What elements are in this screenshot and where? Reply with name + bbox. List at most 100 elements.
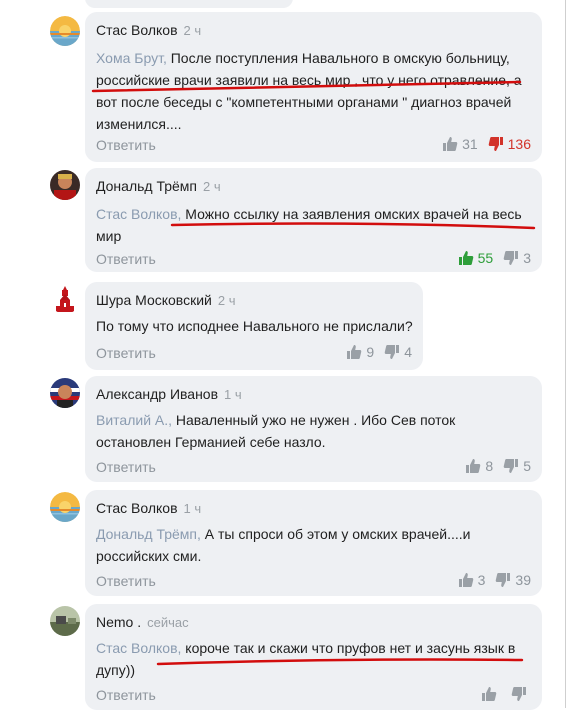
reply-button[interactable]: Ответить — [96, 687, 156, 703]
like-count: 9 — [366, 344, 375, 360]
comment-text: Хома Брут, После поступления Навального … — [96, 47, 536, 135]
comment-line: А ты спроси об этом у омских врачей....и — [200, 526, 471, 542]
comment-text: Виталий А., Наваленный ужо не нужен . Иб… — [96, 409, 536, 453]
sunset-avatar-icon[interactable] — [50, 492, 80, 522]
comment-time: 1 ч — [224, 387, 242, 402]
comment-line: мир — [96, 228, 122, 244]
thumbs-up-icon — [481, 686, 497, 702]
reply-to-mention[interactable]: Виталий А., — [96, 412, 172, 428]
vote-controls: 8 5 — [465, 458, 531, 474]
like-count: 31 — [462, 136, 478, 152]
comment-bubble: Александр Иванов 1 ч Виталий А., Наваленн… — [85, 376, 542, 482]
flag-portrait-avatar-icon[interactable] — [50, 378, 80, 408]
thumbs-up-icon — [346, 344, 362, 360]
dislike-button[interactable]: 5 — [503, 458, 531, 474]
comment-header: Стас Волков 1 ч — [96, 500, 201, 516]
reply-button[interactable]: Ответить — [96, 345, 156, 361]
reply-button[interactable]: Ответить — [96, 137, 156, 153]
author-name[interactable]: Стас Волков — [96, 500, 178, 516]
comment-text: По тому что исподнее Навального не присл… — [96, 315, 426, 337]
thumbs-up-icon — [442, 136, 458, 152]
comment-header: Александр Иванов 1 ч — [96, 386, 242, 402]
vote-controls: 55 3 — [458, 250, 531, 266]
thumbs-down-icon — [511, 686, 527, 702]
comment-line: По тому что исподнее Навального не присл… — [96, 318, 413, 334]
like-button[interactable]: 31 — [442, 136, 488, 152]
like-button[interactable]: 9 — [346, 344, 384, 360]
comment-time: сейчас — [147, 615, 189, 630]
comment-header: Стас Волков 2 ч — [96, 22, 201, 38]
comment-line: российских сми. — [96, 548, 202, 564]
comment-text: Дональд Трёмп, А ты спроси об этом у омс… — [96, 523, 536, 567]
previous-comment-bubble-stub — [85, 0, 293, 8]
like-button[interactable]: 8 — [465, 458, 503, 474]
comment-text: Стас Волков, короче так и скажи что пруф… — [96, 637, 536, 681]
right-edge-divider — [565, 0, 566, 708]
dislike-button[interactable] — [511, 686, 531, 702]
author-name[interactable]: Шура Московский — [96, 292, 212, 308]
thumbs-down-icon — [384, 344, 400, 360]
like-button[interactable] — [481, 686, 511, 702]
thumbs-up-icon — [465, 458, 481, 474]
comment-line: изменился.... — [96, 116, 182, 132]
comment-time: 2 ч — [183, 23, 202, 38]
dislike-button[interactable]: 136 — [488, 136, 531, 152]
vote-controls: 9 4 — [346, 344, 412, 360]
comment-header: Дональд Трёмп 2 ч — [96, 178, 221, 194]
dislike-count: 136 — [507, 136, 531, 152]
comment-line: Наваленный ужо не нужен . Ибо Сев поток — [172, 412, 456, 428]
vote-controls: 31 136 — [442, 136, 531, 152]
dislike-button[interactable]: 4 — [384, 344, 412, 360]
dislike-count: 5 — [523, 458, 531, 474]
like-count: 55 — [477, 250, 494, 266]
kremlin-tower-avatar-icon[interactable] — [50, 284, 80, 314]
author-name[interactable]: Nemo . — [96, 614, 141, 630]
like-count: 8 — [485, 458, 494, 474]
comment-bubble: Nemo . сейчас Стас Волков, короче так и с… — [85, 604, 542, 710]
dislike-count: 4 — [404, 344, 412, 360]
comment-bubble: Стас Волков 1 ч Дональд Трёмп, А ты спрос… — [85, 490, 542, 596]
comment-time: 2 ч — [203, 179, 221, 194]
person-photo-avatar-icon[interactable] — [50, 170, 80, 200]
reply-button[interactable]: Ответить — [96, 573, 156, 589]
author-name[interactable]: Александр Иванов — [96, 386, 218, 402]
reply-to-mention[interactable]: Стас Волков, — [96, 640, 181, 656]
thumbs-up-icon — [458, 250, 474, 266]
reply-to-mention[interactable]: Дональд Трёмп, — [96, 526, 201, 542]
thumbs-down-icon — [488, 136, 504, 152]
reply-to-mention[interactable]: Стас Волков, — [96, 206, 181, 222]
dislike-button[interactable]: 39 — [495, 572, 531, 588]
thumbs-up-icon — [458, 572, 474, 588]
comment-line: вот после беседы с "компетентными органа… — [96, 94, 512, 110]
comment-time: 1 ч — [183, 501, 202, 516]
comment-line: Можно ссылку на заявления омских врачей … — [181, 206, 522, 222]
thumbs-down-icon — [503, 250, 519, 266]
like-button[interactable]: 55 — [458, 250, 504, 266]
vote-controls — [481, 686, 531, 702]
comment-line: После поступления Навального в омскую бо… — [166, 50, 510, 66]
author-name[interactable]: Стас Волков — [96, 22, 178, 38]
comment-bubble: Дональд Трёмп 2 ч Стас Волков, Можно ссыл… — [85, 168, 542, 272]
reply-button[interactable]: Ответить — [96, 251, 156, 267]
dislike-button[interactable]: 3 — [503, 250, 531, 266]
like-button[interactable]: 3 — [458, 572, 496, 588]
like-count: 3 — [477, 572, 486, 588]
reply-button[interactable]: Ответить — [96, 459, 156, 475]
thumbs-down-icon — [503, 458, 519, 474]
comment-header: Nemo . сейчас — [96, 614, 189, 630]
vote-controls: 3 39 — [458, 572, 531, 588]
comment-line: остановлен Германией себе назло. — [96, 434, 326, 450]
comment-bubble: Шура Московский 2 ч По тому что исподнее … — [85, 282, 423, 370]
comment-line: короче так и скажи что пруфов нет и засу… — [181, 640, 516, 656]
comment-line: дупу)) — [96, 662, 136, 678]
dislike-count: 39 — [515, 572, 531, 588]
author-name[interactable]: Дональд Трёмп — [96, 178, 197, 194]
sunset-avatar-icon[interactable] — [50, 16, 80, 46]
landscape-avatar-icon[interactable] — [50, 606, 80, 636]
dislike-count: 3 — [523, 250, 531, 266]
comment-time: 2 ч — [217, 293, 236, 308]
comment-header: Шура Московский 2 ч — [96, 292, 235, 308]
comment-bubble: Стас Волков 2 ч Хома Брут, После поступле… — [85, 12, 542, 162]
reply-to-mention[interactable]: Хома Брут, — [96, 50, 167, 66]
comment-line: российские врачи заявили на весь мир , ч… — [96, 72, 522, 88]
